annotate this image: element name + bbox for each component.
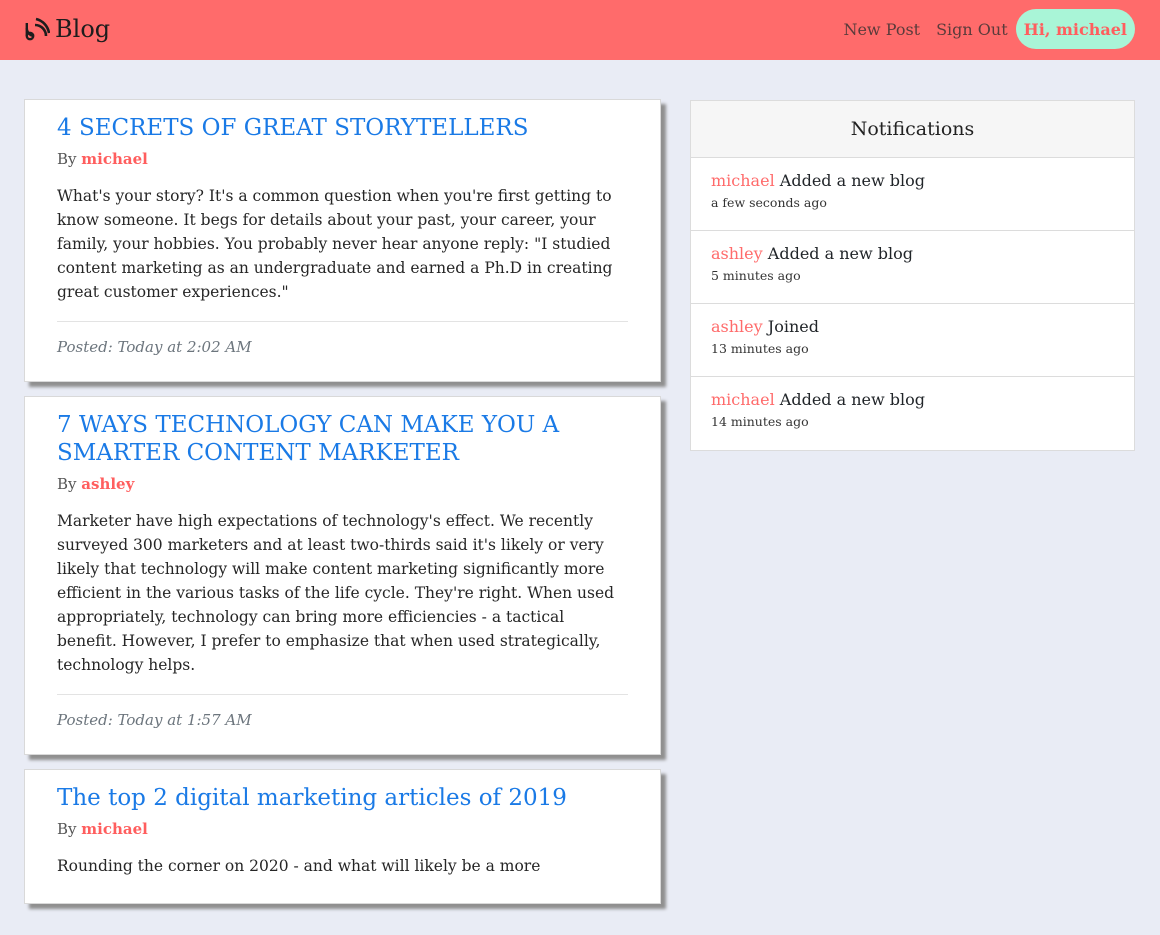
post-card: The top 2 digital marketing articles of … (24, 769, 661, 904)
post-author-link[interactable]: michael (81, 150, 148, 168)
post-excerpt: Marketer have high expectations of techn… (57, 512, 615, 674)
post-author-link[interactable]: michael (81, 820, 148, 838)
by-label: By (57, 820, 77, 838)
notification-action: Added a new blog (779, 171, 926, 190)
sign-out-link[interactable]: Sign Out (936, 20, 1008, 39)
post-excerpt: What's your story? It's a common questio… (57, 187, 613, 301)
notification-item: michael Added a new blog 14 minutes ago (691, 377, 1134, 450)
post-divider (57, 321, 628, 322)
notification-item: ashley Joined 13 minutes ago (691, 304, 1134, 377)
by-label: By (57, 475, 77, 493)
notification-time: a few seconds ago (711, 195, 827, 210)
by-label: By (57, 150, 77, 168)
notification-action: Added a new blog (767, 244, 914, 263)
post-feed: 4 SECRETS OF GREAT STORYTELLERS By micha… (24, 99, 661, 918)
notification-user-link[interactable]: michael (711, 390, 775, 409)
post-timestamp: Posted: Today at 1:57 AM (57, 711, 252, 729)
post-title-link[interactable]: 7 WAYS TECHNOLOGY CAN MAKE YOU A SMARTER… (57, 411, 628, 467)
post-excerpt: Rounding the corner on 2020 - and what w… (57, 857, 541, 875)
notification-action: Added a new blog (779, 390, 926, 409)
nav-menu: New Post Sign Out Hi, michael (843, 9, 1135, 49)
notifications-title: Notifications (691, 101, 1134, 158)
post-title-link[interactable]: The top 2 digital marketing articles of … (57, 784, 628, 812)
post-byline: By ashley (57, 475, 628, 493)
rss-icon (24, 16, 50, 42)
top-navbar: Blog New Post Sign Out Hi, michael (0, 0, 1160, 60)
post-timestamp: Posted: Today at 2:02 AM (57, 338, 252, 356)
notification-item: ashley Added a new blog 5 minutes ago (691, 231, 1134, 304)
post-author-link[interactable]: ashley (81, 475, 134, 493)
notifications-panel: Notifications michael Added a new blog a… (690, 100, 1135, 451)
post-card: 4 SECRETS OF GREAT STORYTELLERS By micha… (24, 99, 661, 382)
notification-user-link[interactable]: ashley (711, 244, 763, 263)
notification-action: Joined (767, 317, 819, 336)
post-card: 7 WAYS TECHNOLOGY CAN MAKE YOU A SMARTER… (24, 396, 661, 755)
notification-time: 5 minutes ago (711, 268, 801, 283)
brand-link[interactable]: Blog (24, 11, 110, 47)
post-title-link[interactable]: 4 SECRETS OF GREAT STORYTELLERS (57, 114, 628, 142)
user-greeting-badge[interactable]: Hi, michael (1015, 9, 1135, 49)
post-byline: By michael (57, 150, 628, 168)
notification-item: michael Added a new blog a few seconds a… (691, 158, 1134, 231)
post-divider (57, 694, 628, 695)
notification-user-link[interactable]: michael (711, 171, 775, 190)
notification-time: 14 minutes ago (711, 414, 809, 429)
notification-time: 13 minutes ago (711, 341, 809, 356)
notification-user-link[interactable]: ashley (711, 317, 763, 336)
post-byline: By michael (57, 820, 628, 838)
new-post-link[interactable]: New Post (843, 20, 920, 39)
brand-title: Blog (55, 15, 111, 43)
